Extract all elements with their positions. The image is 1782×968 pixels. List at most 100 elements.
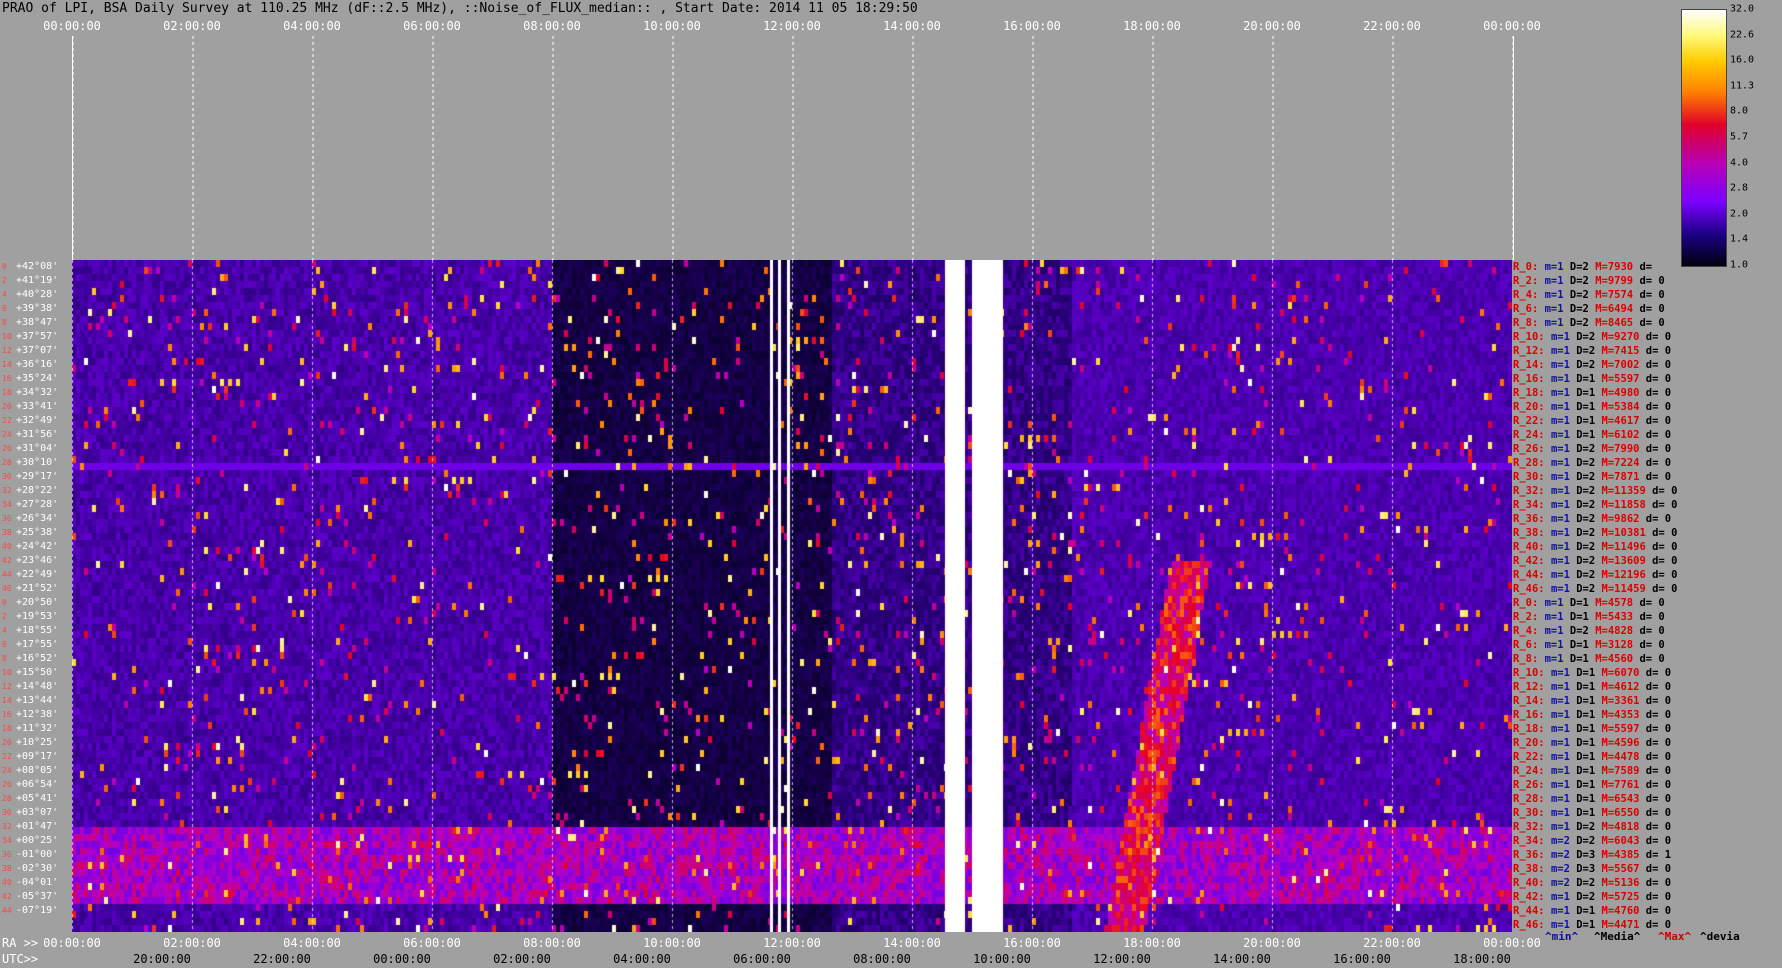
record-d-field: D=3 bbox=[1576, 863, 1602, 875]
record-d-field: D=1 bbox=[1576, 709, 1602, 721]
row-index: 16 bbox=[2, 374, 12, 383]
record-row: R_22: m=1 D=1 M=4478 d= 0 bbox=[1513, 750, 1782, 764]
record-row: R_40: m=1 D=2 M=11496 d= 0 bbox=[1513, 540, 1782, 554]
record-dd-field: d= 0 bbox=[1645, 891, 1672, 903]
record-m-field: m=1 bbox=[1550, 681, 1577, 693]
row-index: 20 bbox=[2, 402, 12, 411]
record-d-field: D=2 bbox=[1576, 835, 1602, 847]
record-dd-field: d= 0 bbox=[1645, 807, 1672, 819]
declination-value: +17°55' bbox=[16, 639, 59, 650]
record-dd-field: d= 0 bbox=[1645, 415, 1672, 427]
declination-value: +29°17' bbox=[16, 471, 59, 482]
declination-row: 46 +21°52' bbox=[0, 582, 72, 596]
row-index: 2 bbox=[2, 276, 7, 285]
row-index: 0 bbox=[2, 598, 7, 607]
row-index: 40 bbox=[2, 878, 12, 887]
declination-row: 24 +31°56' bbox=[0, 428, 72, 442]
record-row: R_32: m=1 D=2 M=11359 d= 0 bbox=[1513, 484, 1782, 498]
record-dd-field: d= 0 bbox=[1645, 429, 1672, 441]
record-M-field: M=6494 bbox=[1595, 303, 1640, 315]
record-row: R_26: m=1 D=2 M=7990 d= 0 bbox=[1513, 442, 1782, 456]
declination-row: 42 +23°46' bbox=[0, 554, 72, 568]
record-M-field: M=5384 bbox=[1601, 401, 1646, 413]
record-row: R_44: m=1 D=2 M=12196 d= 0 bbox=[1513, 568, 1782, 582]
record-dd-field: d= 0 bbox=[1645, 863, 1672, 875]
declination-row: 16 +35°24' bbox=[0, 372, 72, 386]
record-m-field: m=1 bbox=[1550, 513, 1577, 525]
row-index: 40 bbox=[2, 542, 12, 551]
record-M-field: M=4596 bbox=[1601, 737, 1646, 749]
legend-devia: ^devia bbox=[1700, 930, 1740, 943]
declination-row: 36 +26°34' bbox=[0, 512, 72, 526]
record-row: R_38: m=1 D=2 M=10381 d= 0 bbox=[1513, 526, 1782, 540]
record-d-field: D=1 bbox=[1576, 793, 1602, 805]
record-m-field: m=1 bbox=[1544, 289, 1570, 301]
record-row: R_36: m=1 D=2 M=9862 d= 0 bbox=[1513, 512, 1782, 526]
ra-tick-label: 20:00:00 bbox=[1243, 936, 1301, 950]
record-d-field: D=1 bbox=[1576, 751, 1602, 763]
record-row: R_26: m=1 D=1 M=7761 d= 0 bbox=[1513, 778, 1782, 792]
declination-row: 34 +00°25' bbox=[0, 834, 72, 848]
record-r-field: R_30: bbox=[1513, 471, 1551, 483]
record-r-field: R_36: bbox=[1513, 513, 1551, 525]
declination-value: +28°22' bbox=[16, 485, 59, 496]
record-row: R_4: m=1 D=2 M=4828 d= 0 bbox=[1513, 624, 1782, 638]
record-d-field: D=1 bbox=[1576, 765, 1602, 777]
record-m-field: m=2 bbox=[1550, 849, 1577, 861]
record-m-field: m=1 bbox=[1550, 457, 1577, 469]
record-r-field: R_16: bbox=[1513, 709, 1551, 721]
record-M-field: M=7871 bbox=[1601, 471, 1646, 483]
record-row: R_38: m=2 D=3 M=5567 d= 0 bbox=[1513, 862, 1782, 876]
row-index: 10 bbox=[2, 332, 12, 341]
record-d-field: D=2 bbox=[1576, 457, 1602, 469]
top-tick-label: 08:00:00 bbox=[523, 19, 581, 33]
declination-row: 4 +18°55' bbox=[0, 624, 72, 638]
record-d-field: D=1 bbox=[1576, 737, 1602, 749]
record-d-field: D=2 bbox=[1576, 541, 1602, 553]
declination-value: +18°55' bbox=[16, 625, 59, 636]
record-row: R_40: m=2 D=2 M=5136 d= 0 bbox=[1513, 876, 1782, 890]
record-row: R_22: m=1 D=1 M=4617 d= 0 bbox=[1513, 414, 1782, 428]
record-m-field: m=1 bbox=[1550, 499, 1577, 511]
record-dd-field: d= 0 bbox=[1645, 513, 1672, 525]
record-r-field: R_26: bbox=[1513, 443, 1551, 455]
colorbar-label: 4.0 bbox=[1730, 157, 1749, 169]
declination-row: 14 +13°44' bbox=[0, 694, 72, 708]
colorbar-label: 1.0 bbox=[1730, 259, 1749, 271]
record-r-field: R_14: bbox=[1513, 359, 1551, 371]
row-index: 14 bbox=[2, 696, 12, 705]
declination-row: 42 -05°37' bbox=[0, 890, 72, 904]
record-M-field: M=5567 bbox=[1601, 863, 1646, 875]
declination-value: +40°28' bbox=[16, 289, 59, 300]
declination-row: 12 +14°48' bbox=[0, 680, 72, 694]
record-r-field: R_40: bbox=[1513, 877, 1551, 889]
declination-value: +13°44' bbox=[16, 695, 59, 706]
record-d-field: D=1 bbox=[1576, 373, 1602, 385]
declination-value: +26°34' bbox=[16, 513, 59, 524]
record-M-field: M=8465 bbox=[1595, 317, 1640, 329]
record-d-field: D=2 bbox=[1576, 331, 1602, 343]
record-dd-field: d= 0 bbox=[1645, 695, 1672, 707]
declination-axis: 0 +42°08' 2 +41°19' 4 +40°28' 6 +39°38' 8 +38°47'… bbox=[0, 260, 72, 918]
utc-tick-label: 18:00:00 bbox=[1453, 952, 1511, 966]
record-row: R_32: m=1 D=2 M=4818 d= 0 bbox=[1513, 820, 1782, 834]
declination-value: +20°50' bbox=[16, 597, 59, 608]
record-dd-field: d= 1 bbox=[1645, 849, 1672, 861]
declination-value: -07°19' bbox=[16, 905, 59, 916]
record-r-field: R_24: bbox=[1513, 765, 1551, 777]
record-d-field: D=3 bbox=[1576, 849, 1602, 861]
declination-value: +06°54' bbox=[16, 779, 59, 790]
record-dd-field: d= 0 bbox=[1639, 597, 1665, 609]
record-m-field: m=1 bbox=[1550, 415, 1577, 427]
spectrogram-map[interactable] bbox=[72, 260, 1512, 932]
record-m-field: m=1 bbox=[1550, 401, 1577, 413]
record-M-field: M=7589 bbox=[1601, 765, 1646, 777]
record-r-field: R_34: bbox=[1513, 835, 1551, 847]
record-row: R_0: m=1 D=1 M=4578 d= 0 bbox=[1513, 596, 1782, 610]
record-r-field: R_16: bbox=[1513, 373, 1551, 385]
declination-value: -01°00' bbox=[16, 849, 59, 860]
row-index: 6 bbox=[2, 640, 7, 649]
record-M-field: M=6550 bbox=[1601, 807, 1646, 819]
record-r-field: R_38: bbox=[1513, 863, 1551, 875]
row-index: 4 bbox=[2, 626, 7, 635]
